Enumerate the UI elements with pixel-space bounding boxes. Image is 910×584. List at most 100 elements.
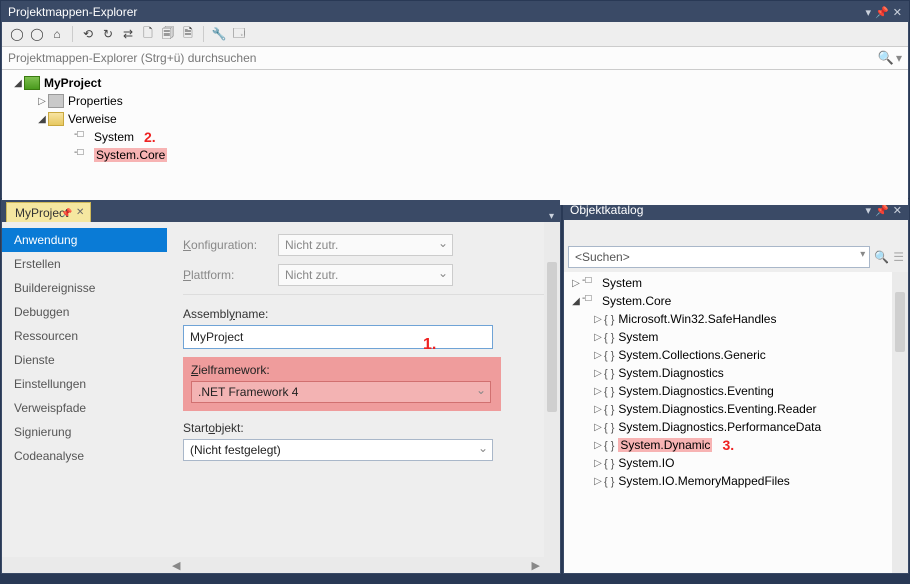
ns-item[interactable]: System.IO: [564, 454, 908, 472]
tab-overflow-icon[interactable]: ▾: [549, 211, 554, 222]
sync-icon[interactable]: ⟲: [79, 25, 97, 43]
search-dropdown-icon[interactable]: ▾: [896, 51, 902, 65]
pin-icon[interactable]: 📌: [61, 208, 72, 219]
ref-label: System: [94, 130, 134, 144]
cat-dienste[interactable]: Dienste: [2, 348, 167, 372]
wrench-icon: [48, 94, 64, 108]
expand-icon[interactable]: [592, 476, 604, 487]
assemblyname-label: Assemblyname:: [183, 307, 544, 321]
close-icon[interactable]: ✕: [893, 6, 902, 19]
plattform-label: Plattform:: [183, 268, 278, 282]
back-icon[interactable]: ◯: [8, 25, 26, 43]
show-all-icon[interactable]: 🗋: [139, 25, 157, 43]
konfiguration-combo[interactable]: Nicht zutr.: [278, 234, 453, 256]
cat-ressourcen[interactable]: Ressourcen: [2, 324, 167, 348]
dropdown-icon[interactable]: ▾: [866, 6, 872, 19]
tree-ref-system-core[interactable]: System.Core: [2, 146, 908, 164]
scrollbar-vertical[interactable]: [544, 222, 560, 557]
ns-label: System.Diagnostics.Eventing.Reader: [618, 402, 816, 416]
catalog-title: Objektkatalog: [570, 203, 866, 217]
cat-anwendung[interactable]: Anwendung: [2, 228, 167, 252]
ns-label: System.Diagnostics: [618, 366, 723, 380]
tree-project[interactable]: MyProject: [2, 74, 908, 92]
expand-icon[interactable]: [592, 458, 604, 469]
explorer-tree: MyProject Properties Verweise System 2. …: [2, 70, 908, 205]
ns-item[interactable]: System: [564, 328, 908, 346]
ns-item[interactable]: System.Diagnostics.PerformanceData: [564, 418, 908, 436]
ns-item[interactable]: System.IO.MemoryMappedFiles: [564, 472, 908, 490]
expand-icon[interactable]: [12, 78, 24, 89]
list-icon[interactable]: ☰: [893, 250, 904, 264]
expand-icon[interactable]: [36, 96, 48, 107]
assembly-icon: [582, 294, 598, 308]
view-icon[interactable]: 🗔: [230, 25, 248, 43]
tab-myproject[interactable]: MyProject 📌 ✕: [6, 202, 91, 222]
ref-label: System.Core: [94, 148, 167, 162]
startobjekt-label: Startobjekt:: [183, 421, 544, 435]
zielframework-combo[interactable]: .NET Framework 4: [191, 381, 491, 403]
close-icon[interactable]: ✕: [76, 207, 84, 218]
cat-einstellungen[interactable]: Einstellungen: [2, 372, 167, 396]
close-icon[interactable]: ✕: [893, 204, 902, 217]
preview-icon[interactable]: 🗎: [179, 25, 197, 43]
refresh-icon[interactable]: ↻: [99, 25, 117, 43]
expand-icon[interactable]: [592, 422, 604, 433]
explorer-search[interactable]: Projektmappen-Explorer (Strg+ü) durchsuc…: [2, 47, 908, 70]
pin-icon[interactable]: 📌: [875, 6, 889, 19]
namespace-icon: [604, 330, 618, 344]
scrollbar-horizontal[interactable]: ◀ ▶: [2, 557, 560, 573]
expand-icon[interactable]: [592, 386, 604, 397]
expand-icon[interactable]: [570, 278, 582, 289]
plattform-combo[interactable]: Nicht zutr.: [278, 264, 453, 286]
search-icon[interactable]: 🔍: [874, 250, 889, 264]
expand-icon[interactable]: [592, 332, 604, 343]
cat-codeanalyse[interactable]: Codeanalyse: [2, 444, 167, 468]
ns-item[interactable]: System.Diagnostics: [564, 364, 908, 382]
expand-icon[interactable]: [570, 296, 582, 307]
reference-icon: [74, 130, 90, 144]
collapse-icon[interactable]: ⇄: [119, 25, 137, 43]
forward-icon[interactable]: ◯: [28, 25, 46, 43]
ns-label: System.Collections.Generic: [618, 348, 765, 362]
expand-icon[interactable]: [36, 114, 48, 125]
cat-signierung[interactable]: Signierung: [2, 420, 167, 444]
node-label: System: [602, 276, 642, 290]
wrench-icon[interactable]: 🔧: [210, 25, 228, 43]
ns-item-dynamic[interactable]: System.Dynamic3.: [564, 436, 908, 454]
home-icon[interactable]: ⌂: [48, 25, 66, 43]
assemblyname-input[interactable]: [183, 325, 493, 349]
tree-properties[interactable]: Properties: [2, 92, 908, 110]
tree-ref-system[interactable]: System 2.: [2, 128, 908, 146]
konfiguration-label: Konfiguration:: [183, 238, 278, 252]
node-system[interactable]: System: [564, 274, 908, 292]
ns-item[interactable]: Microsoft.Win32.SafeHandles: [564, 310, 908, 328]
ns-label: System.Dynamic: [618, 438, 712, 452]
startobjekt-combo[interactable]: (Nicht festgelegt): [183, 439, 493, 461]
node-system-core[interactable]: System.Core: [564, 292, 908, 310]
ns-item[interactable]: System.Diagnostics.Eventing: [564, 382, 908, 400]
expand-icon[interactable]: [592, 350, 604, 361]
expand-icon[interactable]: [592, 440, 604, 451]
folder-icon: [48, 112, 64, 126]
catalog-search-input[interactable]: <Suchen>: [568, 246, 870, 268]
reference-icon: [74, 148, 90, 162]
ns-item[interactable]: System.Collections.Generic: [564, 346, 908, 364]
search-icon[interactable]: 🔍: [878, 50, 894, 66]
ns-item[interactable]: System.Diagnostics.Eventing.Reader: [564, 400, 908, 418]
tree-references[interactable]: Verweise: [2, 110, 908, 128]
expand-icon[interactable]: [592, 314, 604, 325]
properties-icon[interactable]: 🗐: [159, 25, 177, 43]
scrollbar-vertical[interactable]: [892, 272, 908, 573]
property-form: Konfiguration: Nicht zutr. Plattform: Ni…: [167, 222, 560, 557]
project-icon: [24, 76, 40, 90]
pin-icon[interactable]: 📌: [875, 204, 889, 217]
cat-debuggen[interactable]: Debuggen: [2, 300, 167, 324]
cat-verweispfade[interactable]: Verweispfade: [2, 396, 167, 420]
cat-erstellen[interactable]: Erstellen: [2, 252, 167, 276]
expand-icon[interactable]: [592, 368, 604, 379]
dropdown-icon[interactable]: ▾: [866, 204, 872, 217]
namespace-icon: [604, 420, 618, 434]
cat-buildereignisse[interactable]: Buildereignisse: [2, 276, 167, 300]
ns-label: Microsoft.Win32.SafeHandles: [618, 312, 776, 326]
expand-icon[interactable]: [592, 404, 604, 415]
